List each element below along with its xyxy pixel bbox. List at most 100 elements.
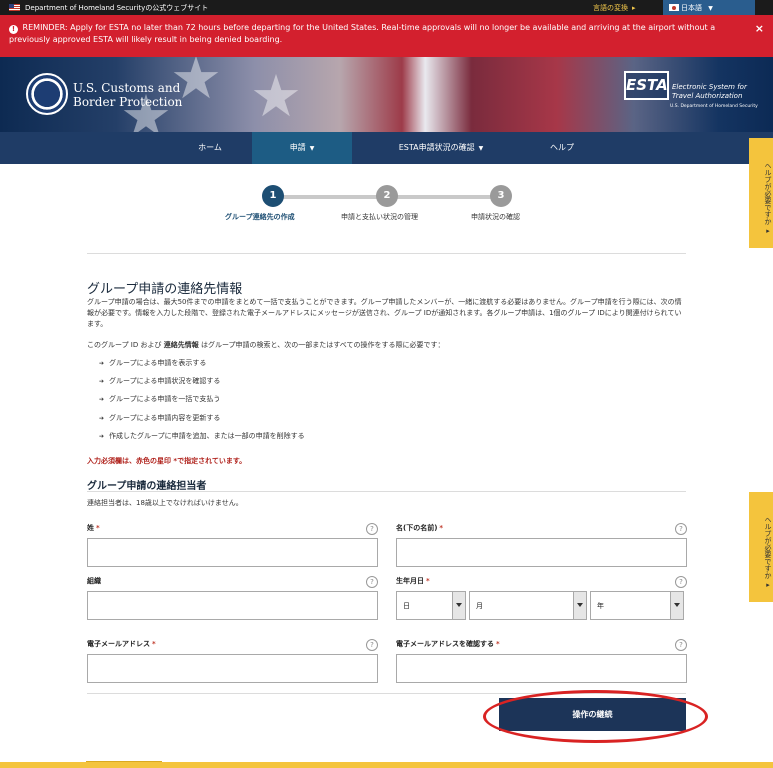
dropdown-arrow-icon xyxy=(452,592,465,619)
nav-help-label: ヘルプ xyxy=(550,143,574,152)
esta-title-line-1: Electronic System for xyxy=(672,83,747,91)
language-select[interactable]: 日本語 ▼ xyxy=(663,0,755,15)
email-confirm-label-text: 電子メールアドレスを確認する xyxy=(396,640,494,648)
site-header: ★ ★ ★ U.S. Customs and Border Protection… xyxy=(0,57,773,132)
group-id-text-c: はグループ申請の検索と、次の一部またはすべての操作をする際に必要です： xyxy=(200,341,445,349)
list-item: グループによる申請を一括で支払う xyxy=(99,394,220,404)
language-selected-label: 日本語 xyxy=(681,4,702,12)
us-flag-icon xyxy=(9,4,20,11)
cbp-wordmark[interactable]: U.S. Customs and Border Protection xyxy=(73,81,182,109)
help-icon[interactable]: ? xyxy=(675,576,687,588)
esta-subtitle: U.S. Department of Homeland Security xyxy=(670,104,758,109)
help-side-tab-label: ヘルプが必要ですか xyxy=(764,516,772,580)
birth-year-value: 年 xyxy=(597,602,604,610)
required-fields-note: 入力必須欄は、赤色の星印 *で指定されています。 xyxy=(87,457,247,465)
list-item: グループによる申請状況を確認する xyxy=(99,376,220,386)
help-icon[interactable]: ? xyxy=(675,639,687,651)
required-mark: * xyxy=(152,640,156,648)
highlight-annotation xyxy=(483,690,708,743)
birth-year-select[interactable]: 年 xyxy=(590,591,684,620)
help-side-tab-label: ヘルプが必要ですか xyxy=(764,162,772,226)
chevron-down-icon: ▼ xyxy=(708,5,713,12)
nav-apply[interactable]: 申請 ▼ xyxy=(252,132,352,164)
divider xyxy=(87,253,686,254)
list-item: グループによる申請を表示する xyxy=(99,358,206,368)
help-icon[interactable]: ? xyxy=(675,523,687,535)
list-item: グループによる申請内容を更新する xyxy=(99,413,220,423)
birth-date-label: 生年月日 * xyxy=(396,576,430,586)
nav-status[interactable]: ESTA申請状況の確認 ▼ xyxy=(352,132,530,164)
list-item: 作成したグループに申請を追加、または一部の申請を削除する xyxy=(99,431,305,441)
required-mark: * xyxy=(426,577,430,585)
step-1-label: グループ連絡先の作成 xyxy=(225,213,295,221)
intro-paragraph: グループ申請の場合は、最大50件までの申請をまとめて一括で支払うことができます。… xyxy=(87,298,682,328)
step-connector xyxy=(397,195,492,199)
step-3-label: 申請状況の確認 xyxy=(471,213,520,221)
group-id-text-a: このグループ ID および xyxy=(87,341,162,349)
reminder-banner: ! REMINDER: Apply for ESTA no later than… xyxy=(0,15,773,57)
help-side-tab[interactable]: ヘルプが必要ですか ▸ xyxy=(749,492,773,602)
organization-label: 組織 xyxy=(87,576,101,586)
first-name-input[interactable] xyxy=(396,538,687,567)
dhs-site-label: Department of Homeland Securityの公式ウェブサイト xyxy=(25,4,209,12)
birth-day-value: 日 xyxy=(403,602,410,610)
caret-down-icon: ▼ xyxy=(478,145,484,152)
birth-day-select[interactable]: 日 xyxy=(396,591,466,620)
step-3-circle: 3 xyxy=(490,185,512,207)
first-name-label-text: 名(下の名前) xyxy=(396,524,438,532)
last-name-label-text: 姓 xyxy=(87,524,94,532)
close-icon[interactable]: × xyxy=(755,23,764,35)
birth-date-label-text: 生年月日 xyxy=(396,577,424,585)
email-confirm-input[interactable] xyxy=(396,654,687,683)
email-label: 電子メールアドレス * xyxy=(87,639,156,649)
nav-help[interactable]: ヘルプ xyxy=(530,132,594,164)
birth-month-value: 月 xyxy=(476,602,483,610)
organization-label-text: 組織 xyxy=(87,577,101,585)
language-convert-link[interactable]: 言語の変換 xyxy=(593,3,636,13)
agency-line-1: U.S. Customs and xyxy=(73,81,181,95)
age-requirement-note: 連絡担当者は、18歳以上でなければいけません。 xyxy=(87,499,243,507)
help-icon[interactable]: ? xyxy=(366,576,378,588)
nav-status-label: ESTA申請状況の確認 xyxy=(398,143,475,152)
esta-title-line-2: Travel Authorization xyxy=(672,92,743,100)
page-title: グループ申請の連絡先情報 xyxy=(87,282,243,297)
warning-icon: ! xyxy=(9,25,18,34)
help-side-tab[interactable]: ヘルプが必要ですか ▸ xyxy=(749,138,773,248)
nav-home-label: ホーム xyxy=(198,143,222,152)
main-nav: ホーム 申請 ▼ ESTA申請状況の確認 ▼ ヘルプ xyxy=(0,132,773,164)
email-label-text: 電子メールアドレス xyxy=(87,640,150,648)
step-2-label: 申請と支払い状況の管理 xyxy=(341,213,418,221)
step-2-circle: 2 xyxy=(376,185,398,207)
esta-title: Electronic System for Travel Authorizati… xyxy=(672,83,747,101)
footer-tab[interactable] xyxy=(86,761,162,768)
reminder-text: REMINDER: Apply for ESTA no later than 7… xyxy=(9,23,716,44)
section-title: グループ申請の連絡担当者 xyxy=(87,481,207,492)
step-connector xyxy=(283,195,378,199)
first-name-label: 名(下の名前) * xyxy=(396,523,443,533)
group-id-text-b: 連絡先情報 xyxy=(163,341,199,349)
esta-logo[interactable]: ESTA xyxy=(624,71,669,100)
top-bar: Department of Homeland Securityの公式ウェブサイト… xyxy=(0,0,773,15)
dropdown-arrow-icon xyxy=(573,592,586,619)
birth-month-select[interactable]: 月 xyxy=(469,591,587,620)
nav-apply-label: 申請 xyxy=(289,143,306,152)
step-1-circle: 1 xyxy=(262,185,284,207)
caret-down-icon: ▼ xyxy=(309,145,315,152)
divider xyxy=(87,491,686,492)
email-confirm-label: 電子メールアドレスを確認する * xyxy=(396,639,500,649)
group-id-paragraph: このグループ ID および 連絡先情報 はグループ申請の検索と、次の一部またはす… xyxy=(87,340,687,351)
agency-line-2: Border Protection xyxy=(73,95,183,109)
dhs-seal-logo[interactable] xyxy=(26,73,68,115)
last-name-input[interactable] xyxy=(87,538,378,567)
help-icon[interactable]: ? xyxy=(366,639,378,651)
required-mark: * xyxy=(439,524,444,532)
nav-home[interactable]: ホーム xyxy=(168,132,252,164)
email-input[interactable] xyxy=(87,654,378,683)
last-name-label: 姓 * xyxy=(87,523,100,533)
organization-input[interactable] xyxy=(87,591,378,620)
required-mark: * xyxy=(496,640,500,648)
help-icon[interactable]: ? xyxy=(366,523,378,535)
required-mark: * xyxy=(96,524,100,532)
japan-flag-icon xyxy=(669,4,679,11)
flag-star-decoration: ★ xyxy=(250,62,302,130)
